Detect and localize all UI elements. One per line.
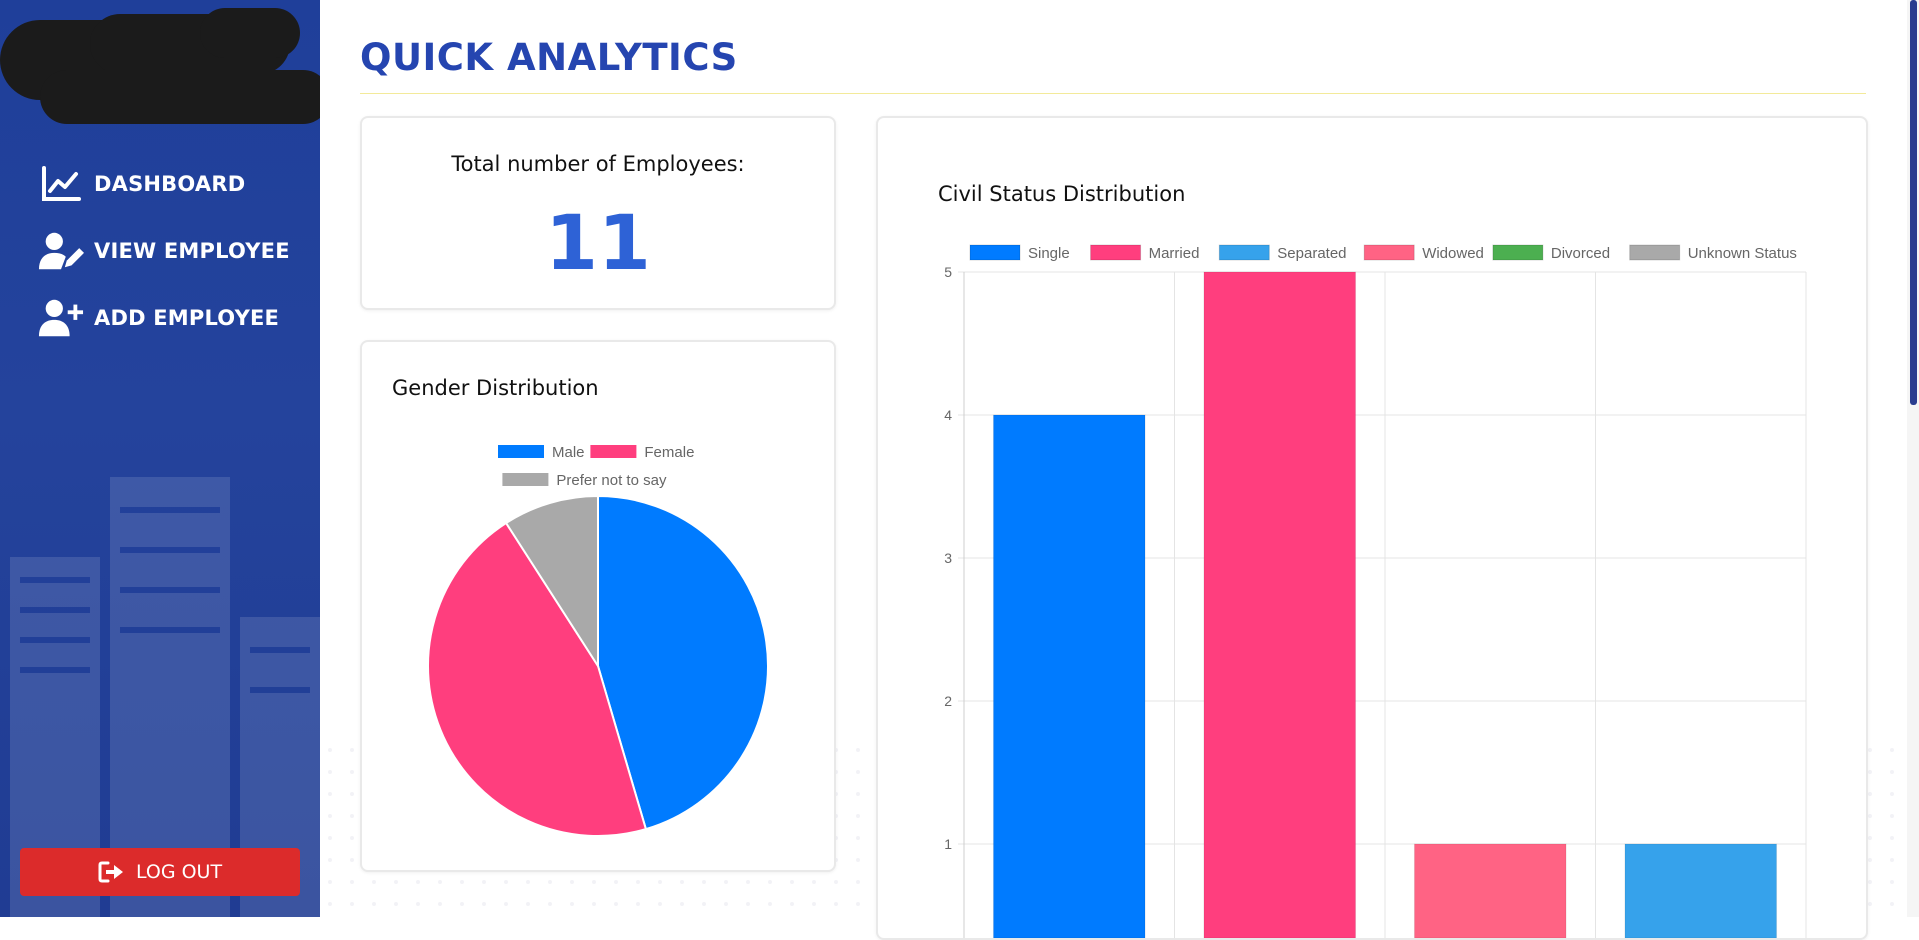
total-employees-value: 11 [545,198,651,287]
bar-separated[interactable] [1624,843,1778,938]
legend-swatch[interactable] [502,473,549,486]
page-scrollbar[interactable] [1907,0,1919,917]
legend-label[interactable]: Single [1028,245,1070,262]
legend-swatch[interactable] [969,244,1021,261]
y-tick-label: 4 [944,407,952,423]
logout-button[interactable]: LOG OUT [20,848,300,896]
legend-label[interactable]: Divorced [1551,245,1610,262]
legend-label[interactable]: Married [1149,245,1200,262]
sidebar-item-label: VIEW EMPLOYEE [94,238,290,263]
gender-distribution-card: Gender Distribution Male Female Prefer not… [360,340,836,872]
total-employees-label: Total number of Employees: [451,152,745,176]
bar-married[interactable] [1203,271,1357,938]
legend-label[interactable]: Unknown Status [1688,245,1797,262]
y-tick-label: 5 [944,264,952,280]
bar-single[interactable] [992,414,1146,938]
legend-swatch[interactable] [1090,244,1142,261]
y-tick-label: 3 [944,550,952,566]
building-background-image [10,477,320,917]
legend-label[interactable]: Male [552,444,585,461]
sidebar-item-label: DASHBOARD [94,171,246,196]
legend-swatch[interactable] [1629,244,1681,261]
sidebar-item-view-employee[interactable]: VIEW EMPLOYEE [38,217,290,284]
y-tick-label: 2 [944,693,952,709]
legend-label[interactable]: Widowed [1422,245,1484,262]
legend-swatch[interactable] [1363,244,1415,261]
sidebar-item-label: ADD EMPLOYEE [94,305,280,330]
civil-status-bar-chart: Single Married Separated Widowed Divorced Unk… [944,244,1807,938]
sidebar: DASHBOARD VIEW EMPLOYEE ADD EMPLOYEE LOG… [0,0,320,917]
title-divider [360,93,1866,94]
legend-swatch[interactable] [1218,244,1270,261]
user-edit-icon [38,231,84,271]
sidebar-nav: DASHBOARD VIEW EMPLOYEE ADD EMPLOYEE [38,150,290,351]
logout-label: LOG OUT [135,861,223,883]
bar-widowed[interactable] [1413,843,1567,938]
page-title: QUICK ANALYTICS [360,36,738,79]
scrollbar-thumb[interactable] [1910,0,1917,405]
legend-swatch[interactable] [498,445,544,458]
sidebar-item-add-employee[interactable]: ADD EMPLOYEE [38,284,290,351]
legend-swatch[interactable] [1492,244,1544,261]
y-tick-label: 1 [944,836,952,852]
legend-label[interactable]: Prefer not to say [556,472,667,489]
chart-line-icon [38,164,84,204]
legend-label[interactable]: Separated [1277,245,1346,262]
legend-swatch[interactable] [590,445,637,458]
sign-out-icon [98,861,124,883]
civil-status-card: Civil Status Distribution Single Married S… [876,116,1868,940]
legend-label[interactable]: Female [644,444,694,461]
user-plus-icon [38,298,84,338]
total-employees-card: Total number of Employees: 11 [360,116,836,310]
sidebar-item-dashboard[interactable]: DASHBOARD [38,150,290,217]
gender-pie-chart: Male Female Prefer not to say [427,444,769,837]
